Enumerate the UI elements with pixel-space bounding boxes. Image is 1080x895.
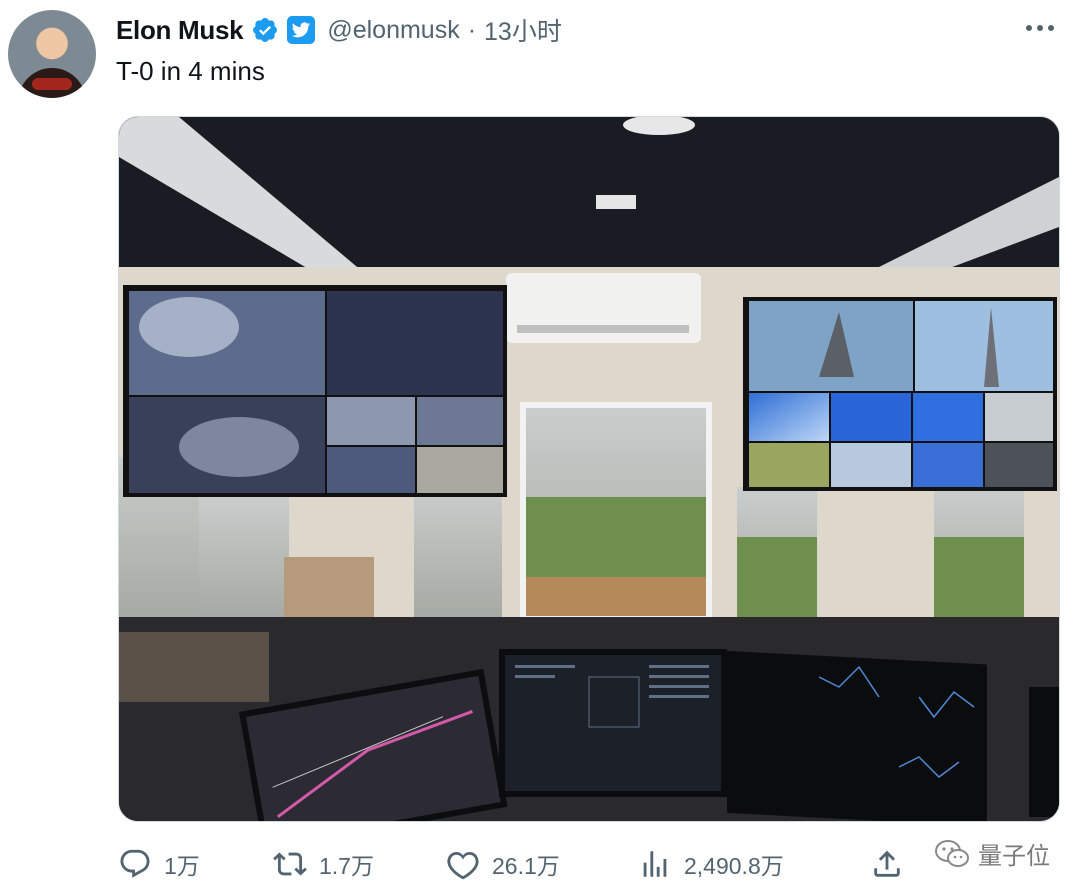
views-icon — [643, 851, 667, 877]
source-watermark: 量子位 — [934, 836, 1050, 871]
author-handle[interactable]: @elonmusk — [327, 16, 459, 45]
more-dots-icon[interactable] — [1022, 16, 1058, 40]
share-icon — [874, 850, 900, 877]
author-avatar[interactable] — [8, 10, 96, 98]
like-icon — [447, 851, 479, 880]
reply-button[interactable]: 1万 — [118, 842, 200, 886]
verified-badge-icon — [253, 18, 278, 42]
tweet-text: T-0 in 4 mins — [116, 56, 265, 86]
retweet-count: 1.7万 — [319, 853, 374, 879]
share-button[interactable] — [870, 842, 904, 886]
wechat-icon — [935, 839, 969, 867]
tweet-header: Elon Musk @elonmusk · 13小时 — [116, 10, 562, 50]
control-room-photo — [119, 117, 1059, 821]
avatar-shirt-trim — [32, 78, 72, 90]
like-count: 26.1万 — [492, 853, 560, 879]
tweet-media-photo[interactable] — [118, 116, 1060, 822]
watermark-text: 量子位 — [978, 843, 1050, 870]
reply-count: 1万 — [164, 853, 200, 879]
reply-icon — [120, 849, 150, 878]
views-count: 2,490.8万 — [684, 853, 784, 879]
tweet-action-bar: 1万 1.7万 26.1万 2,490.8万 — [118, 842, 1058, 886]
tweet-time[interactable]: 13小时 — [484, 12, 562, 48]
author-name[interactable]: Elon Musk — [116, 15, 244, 46]
like-button[interactable]: 26.1万 — [446, 842, 560, 886]
retweet-button[interactable]: 1.7万 — [273, 842, 374, 886]
separator-dot: · — [467, 15, 477, 44]
views-button[interactable]: 2,490.8万 — [638, 842, 784, 886]
retweet-icon — [273, 852, 307, 876]
twitter-bird-icon — [287, 16, 316, 44]
